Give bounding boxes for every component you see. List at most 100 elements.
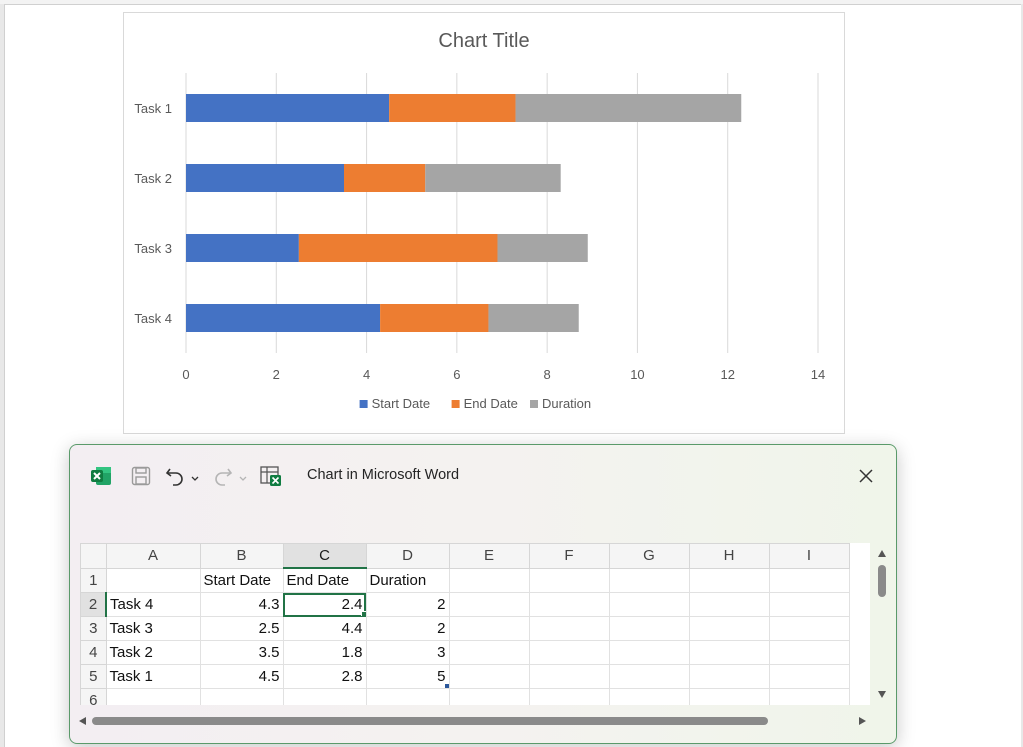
row-header-1[interactable]: 1 [80,567,107,593]
column-header-f[interactable]: F [528,543,610,569]
cell-g6[interactable] [608,688,690,705]
close-button[interactable] [853,463,879,489]
cell-c3[interactable]: 4.4 [282,616,367,641]
cell-g3[interactable] [608,616,690,641]
cell-g4[interactable] [608,640,690,665]
cell-f5[interactable] [528,664,610,689]
x-tick-label: 4 [363,367,370,382]
bar-chart: Chart Title 0 2 4 6 8 10 12 14 Task 1 Task 2 Task 3… [134,30,825,411]
column-header-g[interactable]: G [608,543,690,569]
scroll-left-icon[interactable] [79,717,86,725]
fill-handle[interactable] [360,611,365,616]
legend-swatch [359,400,368,408]
column-header-e[interactable]: E [448,543,530,569]
cell-a6[interactable] [105,688,201,705]
row-header-4[interactable]: 4 [80,640,107,665]
cell-h3[interactable] [688,616,770,641]
row-header-2[interactable]: 2 [80,592,107,617]
cell-a2[interactable]: Task 4 [105,592,201,617]
cell-a5[interactable]: Task 1 [105,664,201,689]
vertical-scrollbar[interactable] [875,545,889,703]
cell-h1[interactable] [688,567,770,593]
column-header-c[interactable]: C [282,543,367,569]
cell-a1[interactable] [105,567,201,593]
cell-e5[interactable] [448,664,530,689]
cell-c1[interactable]: End Date [282,567,367,593]
table-range-handle[interactable] [444,684,448,688]
column-header-b[interactable]: B [199,543,284,569]
select-all-corner[interactable] [80,543,107,569]
sheet-table[interactable]: A B C D E F G H I 1 Start Date End Date … [80,543,850,705]
cell-b5[interactable]: 4.5 [199,664,284,689]
scroll-up-icon[interactable] [878,550,886,557]
cell-e1[interactable] [448,567,530,593]
title-bar: Chart in Microsoft Word [70,445,896,507]
cell-a4[interactable]: Task 2 [105,640,201,665]
cell-i4[interactable] [768,640,850,665]
row-header-6[interactable]: 6 [80,688,107,705]
cell-g1[interactable] [608,567,690,593]
row-header-3[interactable]: 3 [80,616,107,641]
edit-data-icon[interactable] [259,465,283,492]
chart-area[interactable]: Chart Title 0 2 4 6 8 10 12 14 Task 1 Task 2 Task 3… [123,12,845,434]
cell-e3[interactable] [448,616,530,641]
save-icon[interactable] [130,465,152,492]
cell-h4[interactable] [688,640,770,665]
cell-d1[interactable]: Duration [365,567,450,593]
cell-b1[interactable]: Start Date [199,567,284,593]
cell-c6[interactable] [282,688,367,705]
cell-g5[interactable] [608,664,690,689]
redo-icon[interactable] [212,465,234,492]
cell-d2[interactable]: 2 [365,592,450,617]
cell-b3[interactable]: 2.5 [199,616,284,641]
cell-f4[interactable] [528,640,610,665]
cell-f2[interactable] [528,592,610,617]
cell-f3[interactable] [528,616,610,641]
cell-d3[interactable]: 2 [365,616,450,641]
cell-c2-active[interactable]: 2.4 [282,592,367,617]
cell-d4[interactable]: 3 [365,640,450,665]
cell-c4[interactable]: 1.8 [282,640,367,665]
row-header-5[interactable]: 5 [80,664,107,689]
cell-d6[interactable] [365,688,450,705]
column-header-i[interactable]: I [768,543,850,569]
cell-i3[interactable] [768,616,850,641]
scroll-right-icon[interactable] [859,717,866,725]
legend-swatch [530,400,538,408]
column-header-d[interactable]: D [365,543,450,569]
column-header-row: A B C D E F G H I [80,543,850,569]
redo-dropdown-icon[interactable] [238,471,248,489]
close-icon[interactable] [853,463,879,489]
cell-e4[interactable] [448,640,530,665]
cell-h2[interactable] [688,592,770,617]
cell-e6[interactable] [448,688,530,705]
cell-i6[interactable] [768,688,850,705]
horizontal-scroll-thumb[interactable] [92,717,768,725]
cell-g2[interactable] [608,592,690,617]
cell-a3[interactable]: Task 3 [105,616,201,641]
cell-h5[interactable] [688,664,770,689]
cell-i5[interactable] [768,664,850,689]
cell-b4[interactable]: 3.5 [199,640,284,665]
scroll-down-icon[interactable] [878,691,886,698]
undo-dropdown-icon[interactable] [190,471,200,489]
cell-h6[interactable] [688,688,770,705]
cell-f6[interactable] [528,688,610,705]
cell-b6[interactable] [199,688,284,705]
cell-i2[interactable] [768,592,850,617]
cell-i1[interactable] [768,567,850,593]
spreadsheet-grid[interactable]: A B C D E F G H I 1 Start Date End Date … [80,543,870,705]
cell-f1[interactable] [528,567,610,593]
column-header-h[interactable]: H [688,543,770,569]
column-header-a[interactable]: A [105,543,201,569]
bar-segment [298,234,498,262]
horizontal-scrollbar[interactable] [76,713,876,729]
undo-icon[interactable] [164,465,186,492]
excel-data-window[interactable]: Chart in Microsoft Word A B C D E F G H … [69,444,897,744]
cell-b2[interactable]: 4.3 [199,592,284,617]
cell-e2[interactable] [448,592,530,617]
cell-c5[interactable]: 2.8 [282,664,367,689]
bar-segment [425,164,561,192]
cell-d5[interactable]: 5 [365,664,450,689]
vertical-scroll-thumb[interactable] [878,565,886,597]
